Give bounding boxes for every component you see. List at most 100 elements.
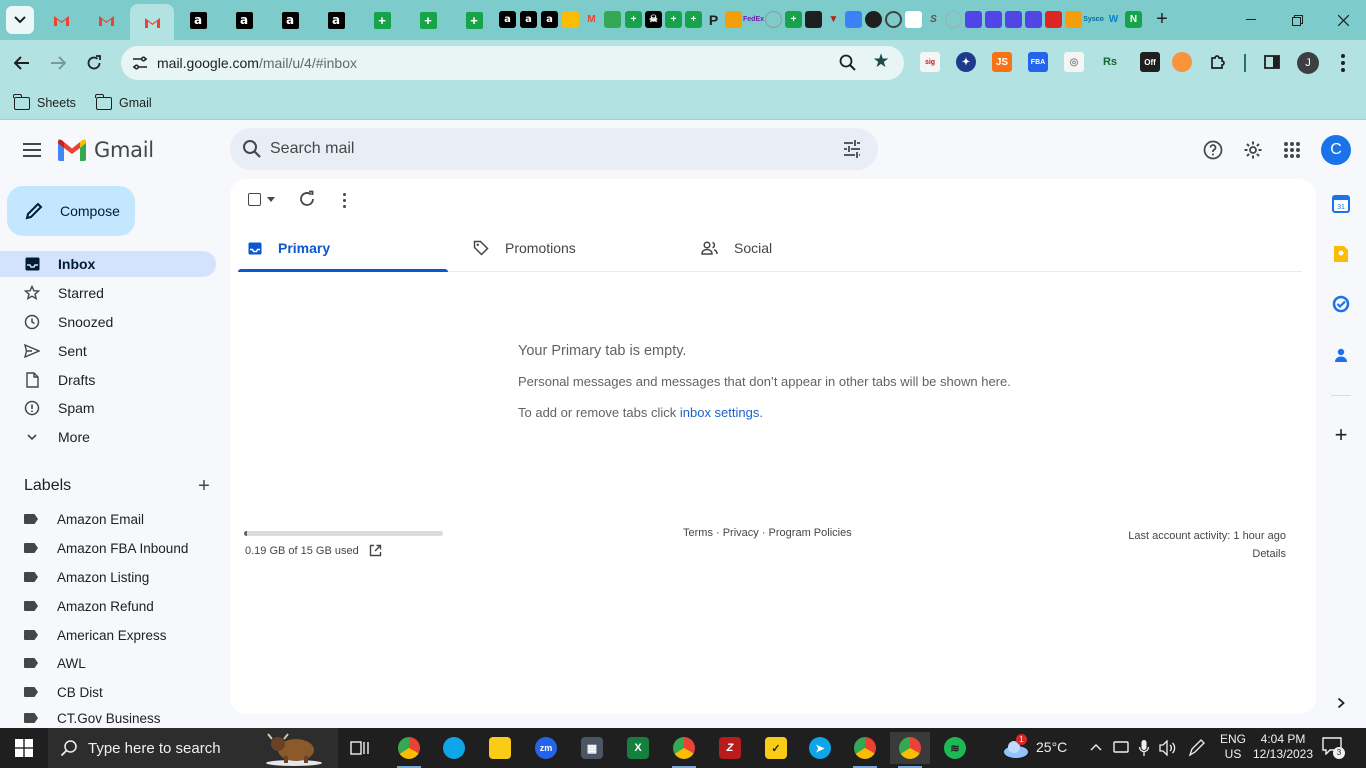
amazon-favicon-icon[interactable]: a [541, 11, 558, 28]
extensions-puzzle-icon[interactable] [1208, 52, 1228, 72]
bookmark-gmail[interactable]: Gmail [95, 92, 152, 114]
sheets-favicon-icon[interactable]: + [685, 11, 702, 28]
show-side-panel-chevron-icon[interactable] [1330, 692, 1352, 714]
list-favicon-icon[interactable] [1025, 11, 1042, 28]
select-all-checkbox[interactable] [248, 193, 261, 206]
account-avatar[interactable]: C [1321, 135, 1351, 165]
taskbar-excel[interactable]: X [618, 732, 658, 764]
weather-widget[interactable]: 1 [1002, 734, 1030, 760]
colorful-favicon-icon[interactable] [1065, 11, 1082, 28]
nav-item-starred[interactable]: Starred [0, 280, 216, 306]
label-item[interactable]: CT.Gov Business [0, 708, 216, 728]
footer-links[interactable]: Terms · Privacy · Program Policies [683, 527, 852, 539]
browser-tab-amazon-1[interactable]: a [176, 4, 220, 36]
refresh-icon[interactable] [298, 190, 316, 208]
site-info-icon[interactable] [129, 52, 151, 74]
skull-favicon-icon[interactable]: ☠ [645, 11, 662, 28]
back-button[interactable] [8, 49, 36, 77]
restore-button[interactable] [1274, 0, 1320, 40]
contacts-icon[interactable] [1330, 344, 1352, 366]
w-favicon-icon[interactable]: W [1105, 11, 1122, 28]
tab-promotions[interactable]: Promotions [463, 225, 673, 271]
browser-tab-amazon-2[interactable]: a [222, 4, 266, 36]
browser-tab-amazon-4[interactable]: a [314, 4, 358, 36]
task-view-button[interactable] [340, 732, 380, 764]
browser-tab-gmail-active[interactable] [130, 4, 174, 40]
select-dropdown-caret-icon[interactable] [267, 197, 275, 202]
off-extension-icon[interactable]: Off [1140, 52, 1160, 72]
taskbar-chrome-3[interactable] [845, 732, 885, 768]
extension-icon[interactable]: sig [920, 52, 940, 72]
list-favicon-icon[interactable] [1005, 11, 1022, 28]
browser-tab-gmail-1[interactable] [39, 4, 83, 36]
open-external-icon[interactable] [369, 544, 382, 557]
taskbar-sticky-notes[interactable]: ✓ [756, 732, 796, 764]
taskbar-search-box[interactable]: Type here to search [48, 728, 338, 768]
tab-search-button[interactable] [6, 6, 34, 34]
search-input[interactable] [270, 139, 830, 159]
sheets-favicon-icon[interactable]: + [665, 11, 682, 28]
circle-favicon-icon[interactable] [765, 11, 782, 28]
windows-start-button[interactable] [0, 728, 48, 768]
minimize-button[interactable] [1228, 0, 1274, 40]
taskbar-filezilla[interactable]: Z [710, 732, 750, 764]
rs-extension-icon[interactable]: Rs [1100, 52, 1120, 72]
list-favicon-icon[interactable] [965, 11, 982, 28]
taskbar-chrome-1[interactable] [389, 732, 429, 768]
taskbar-edge[interactable] [434, 732, 474, 764]
red-favicon-icon[interactable] [1045, 11, 1062, 28]
pen-workspace-icon[interactable] [1188, 739, 1206, 757]
search-options-icon[interactable] [841, 138, 863, 160]
support-icon[interactable] [1201, 138, 1225, 162]
browser-tab-sheets-2[interactable]: + [406, 4, 450, 36]
v-favicon-icon[interactable]: ▼ [825, 11, 842, 28]
label-item[interactable]: CB Dist [0, 679, 216, 705]
sysco-favicon-icon[interactable]: Sysco [1083, 11, 1104, 28]
extension-icon[interactable] [1172, 52, 1192, 72]
s-favicon-icon[interactable]: S [925, 11, 942, 28]
browser-tab-gmail-2[interactable] [84, 4, 128, 36]
nav-item-more[interactable]: More [0, 424, 216, 450]
drive-favicon-icon[interactable] [562, 11, 579, 28]
keep-icon[interactable] [1330, 243, 1352, 265]
gmail-logo[interactable]: Gmail [58, 138, 154, 162]
amazon-favicon-icon[interactable]: a [499, 11, 516, 28]
browser-tab-sheets-3[interactable]: + [452, 4, 496, 36]
create-label-plus-icon[interactable]: + [194, 476, 214, 496]
sheets-favicon-icon[interactable]: + [785, 11, 802, 28]
taskbar-file-explorer[interactable] [480, 732, 520, 764]
gmail-favicon-icon[interactable]: M [583, 11, 600, 28]
calendar-icon[interactable]: 31 [1330, 193, 1352, 215]
settings-gear-icon[interactable] [1241, 138, 1265, 162]
google-apps-icon[interactable] [1280, 138, 1304, 162]
bookmark-star-icon[interactable]: ★ [869, 50, 893, 74]
label-item[interactable]: Amazon Listing [0, 564, 216, 590]
microphone-icon[interactable] [1138, 739, 1150, 757]
bookmark-sheets[interactable]: Sheets [13, 92, 76, 114]
nav-item-sent[interactable]: Sent [0, 338, 216, 364]
notification-center[interactable]: 3 [1322, 737, 1345, 759]
zoom-icon[interactable] [837, 52, 859, 74]
extension-icon[interactable]: ✦ [956, 52, 976, 72]
label-item[interactable]: Amazon FBA Inbound [0, 535, 216, 561]
drive-favicon-icon[interactable] [604, 11, 621, 28]
pen-favicon-icon[interactable] [845, 11, 862, 28]
circle-favicon-icon[interactable] [945, 11, 962, 28]
nav-item-spam[interactable]: Spam [0, 395, 216, 421]
p-favicon-icon[interactable]: P [705, 11, 722, 28]
compose-button[interactable]: Compose [7, 186, 135, 236]
fedex-favicon-icon[interactable]: FedEx [743, 11, 764, 28]
chrome-profile-avatar[interactable]: J [1297, 52, 1319, 74]
nav-item-snoozed[interactable]: Snoozed [0, 309, 216, 335]
close-window-button[interactable] [1320, 0, 1366, 40]
main-menu-icon[interactable] [20, 138, 44, 162]
dark-favicon-icon[interactable] [805, 11, 822, 28]
white-favicon-icon[interactable] [905, 11, 922, 28]
circle-dark-favicon-icon[interactable] [865, 11, 882, 28]
js-extension-icon[interactable]: JS [992, 52, 1012, 72]
more-options-icon[interactable] [339, 191, 349, 209]
browser-tab-amazon-3[interactable]: a [268, 4, 312, 36]
label-item[interactable]: Amazon Email [0, 506, 216, 532]
label-item[interactable]: AWL [0, 650, 216, 676]
tasks-icon[interactable] [1330, 293, 1352, 315]
